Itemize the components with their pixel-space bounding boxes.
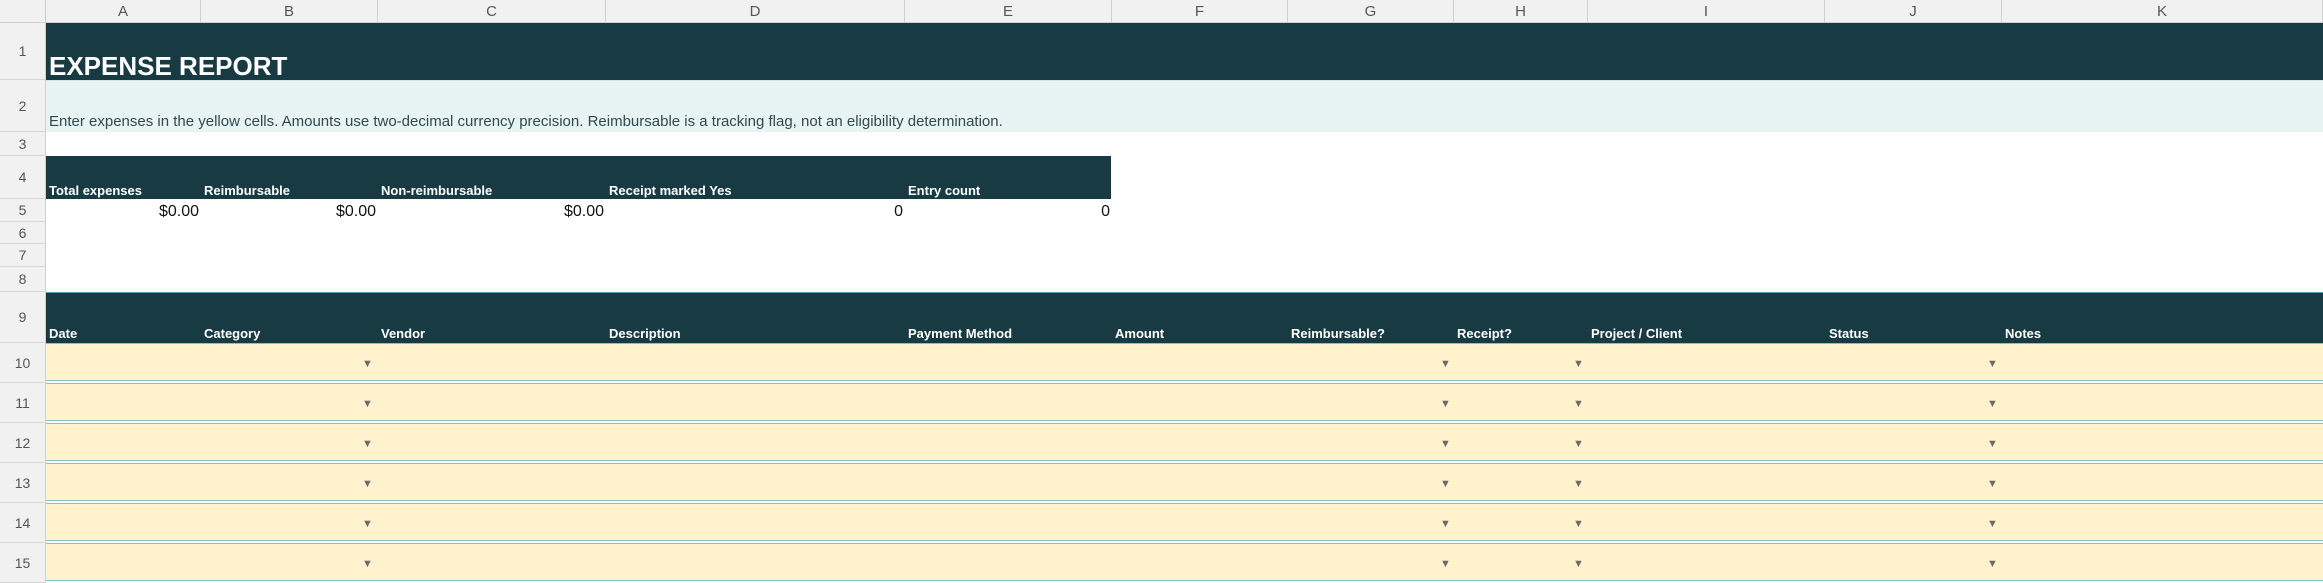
table-header-category: Category (204, 326, 261, 341)
receipt-dropdown-icon[interactable]: ▼ (1573, 558, 1584, 570)
table-header-notes: Notes (2005, 326, 2042, 341)
summary-label-reimbursable: Reimbursable (204, 183, 290, 198)
summary-value-receipt-yes[interactable]: 0 (606, 203, 903, 222)
receipt-dropdown-icon[interactable]: ▼ (1573, 478, 1584, 490)
input-row[interactable] (46, 343, 2323, 381)
table-header-date: Date (49, 326, 78, 341)
reimbursable-dropdown-icon[interactable]: ▼ (1440, 558, 1451, 570)
summary-label-receipt-yes: Receipt marked Yes (609, 183, 732, 198)
table-header-description: Description (609, 326, 681, 341)
table-header-receipt: Receipt? (1457, 326, 1512, 341)
reimbursable-dropdown-icon[interactable]: ▼ (1440, 358, 1451, 370)
category-dropdown-icon[interactable]: ▼ (362, 438, 373, 450)
table-header-amount: Amount (1115, 326, 1165, 341)
row-header-11[interactable]: 11 (0, 383, 46, 423)
category-dropdown-icon[interactable]: ▼ (362, 478, 373, 490)
column-header-d[interactable]: D (606, 0, 905, 23)
table-header-status: Status (1829, 326, 1869, 341)
title-band (46, 23, 2323, 80)
column-header-g[interactable]: G (1288, 0, 1454, 23)
column-header-a[interactable]: A (46, 0, 201, 23)
reimbursable-dropdown-icon[interactable]: ▼ (1440, 438, 1451, 450)
status-dropdown-icon[interactable]: ▼ (1987, 518, 1998, 530)
summary-value-reimbursable[interactable]: $0.00 (201, 203, 376, 222)
select-all-corner[interactable] (0, 0, 46, 23)
column-header-j[interactable]: J (1825, 0, 2002, 23)
reimbursable-dropdown-icon[interactable]: ▼ (1440, 518, 1451, 530)
input-row[interactable] (46, 463, 2323, 501)
category-dropdown-icon[interactable]: ▼ (362, 398, 373, 410)
column-header-h[interactable]: H (1454, 0, 1588, 23)
input-row[interactable] (46, 503, 2323, 541)
status-dropdown-icon[interactable]: ▼ (1987, 398, 1998, 410)
reimbursable-dropdown-icon[interactable]: ▼ (1440, 398, 1451, 410)
input-row[interactable] (46, 423, 2323, 461)
row-header-3[interactable]: 3 (0, 132, 46, 156)
table-header-project-client: Project / Client (1591, 326, 1683, 341)
row-header-7[interactable]: 7 (0, 244, 46, 267)
category-dropdown-icon[interactable]: ▼ (362, 358, 373, 370)
input-row[interactable] (46, 543, 2323, 581)
row-header-12[interactable]: 12 (0, 423, 46, 463)
table-header-payment-method: Payment Method (908, 326, 1013, 341)
summary-label-entry-count: Entry count (908, 183, 981, 198)
table-header-reimbursable: Reimbursable? (1291, 326, 1385, 341)
category-dropdown-icon[interactable]: ▼ (362, 518, 373, 530)
column-header-e[interactable]: E (905, 0, 1112, 23)
status-dropdown-icon[interactable]: ▼ (1987, 438, 1998, 450)
row-header-10[interactable]: 10 (0, 343, 46, 383)
status-dropdown-icon[interactable]: ▼ (1987, 478, 1998, 490)
row-header-15[interactable]: 15 (0, 543, 46, 583)
row-header-6[interactable]: 6 (0, 222, 46, 244)
summary-value-entry-count[interactable]: 0 (905, 203, 1110, 222)
column-header-f[interactable]: F (1112, 0, 1288, 23)
receipt-dropdown-icon[interactable]: ▼ (1573, 398, 1584, 410)
row-header-8[interactable]: 8 (0, 267, 46, 292)
row-header-13[interactable]: 13 (0, 463, 46, 503)
row-header-9[interactable]: 9 (0, 292, 46, 343)
row-header-1[interactable]: 1 (0, 23, 46, 80)
reimbursable-dropdown-icon[interactable]: ▼ (1440, 478, 1451, 490)
receipt-dropdown-icon[interactable]: ▼ (1573, 518, 1584, 530)
row-header-4[interactable]: 4 (0, 156, 46, 199)
column-header-i[interactable]: I (1588, 0, 1825, 23)
status-dropdown-icon[interactable]: ▼ (1987, 358, 1998, 370)
report-title: EXPENSE REPORT (49, 51, 288, 81)
summary-label-total: Total expenses (49, 183, 142, 198)
receipt-dropdown-icon[interactable]: ▼ (1573, 358, 1584, 370)
category-dropdown-icon[interactable]: ▼ (362, 558, 373, 570)
summary-value-non-reimbursable[interactable]: $0.00 (378, 203, 604, 222)
instructions-text: Enter expenses in the yellow cells. Amou… (49, 113, 1003, 130)
summary-label-non-reimbursable: Non-reimbursable (381, 183, 493, 198)
input-row[interactable] (46, 383, 2323, 421)
row-header-5[interactable]: 5 (0, 199, 46, 222)
receipt-dropdown-icon[interactable]: ▼ (1573, 438, 1584, 450)
column-header-b[interactable]: B (201, 0, 378, 23)
column-header-k[interactable]: K (2002, 0, 2323, 23)
column-header-c[interactable]: C (378, 0, 606, 23)
summary-value-total[interactable]: $0.00 (46, 203, 199, 222)
row-header-2[interactable]: 2 (0, 80, 46, 132)
row-header-14[interactable]: 14 (0, 503, 46, 543)
status-dropdown-icon[interactable]: ▼ (1987, 558, 1998, 570)
table-header-vendor: Vendor (381, 326, 426, 341)
